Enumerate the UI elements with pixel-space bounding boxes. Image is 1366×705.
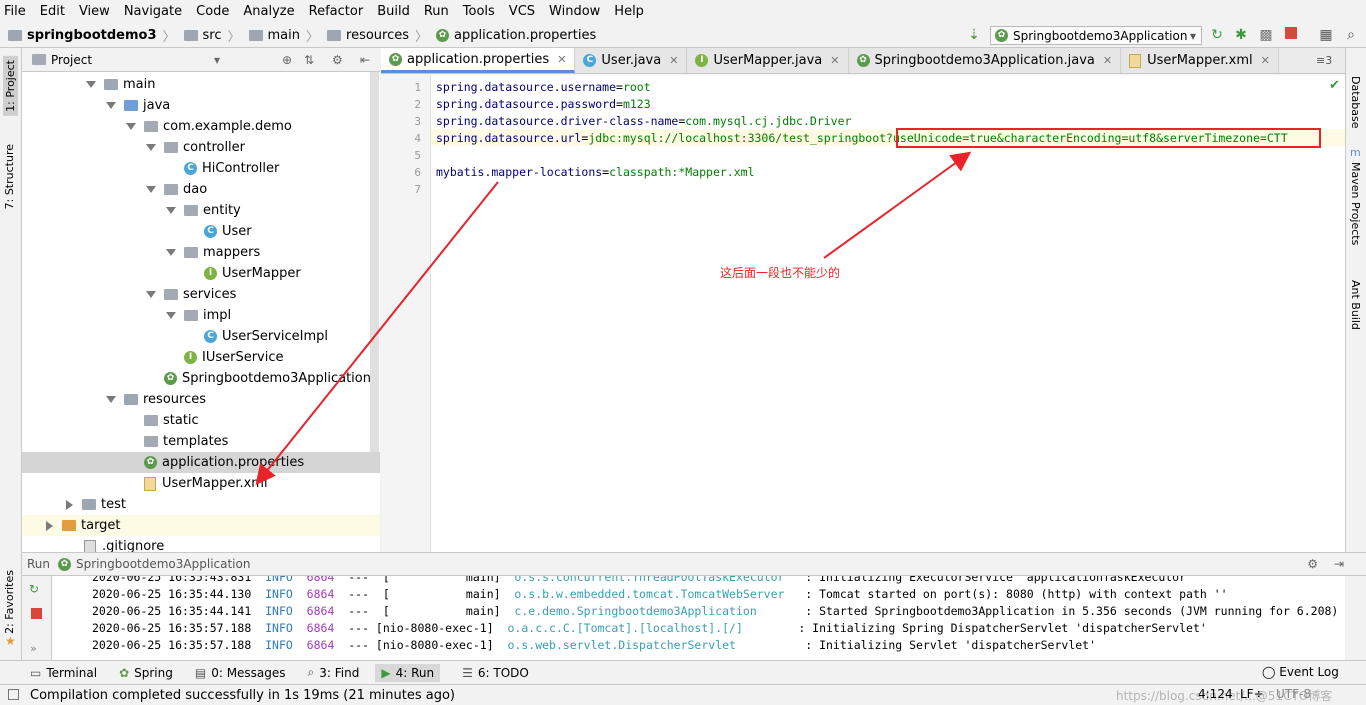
todo-icon: ☰ (462, 665, 473, 680)
status-bar: Compilation completed successfully in 1s… (0, 684, 1366, 705)
tool-tab-0-messages[interactable]: ▤ 0: Messages (195, 666, 286, 680)
event-log-button[interactable]: ◯ Event Log (1262, 665, 1339, 679)
event-log-label: Event Log (1279, 665, 1339, 679)
console-ts: 2020-06-25 16:35:43.831 (92, 576, 252, 584)
console-thread: --- [nio-8080-exec-1] (348, 621, 494, 635)
console-lvl: INFO (265, 576, 293, 584)
tool-tab-label: Spring (134, 665, 173, 680)
console-ts: 2020-06-25 16:35:57.188 (92, 621, 252, 635)
console-ts: 2020-06-25 16:35:44.130 (92, 587, 252, 601)
console-msg: : Started Springbootdemo3Application in … (805, 604, 1339, 618)
bottom-tool-bar: ▭ Terminal ✿ Spring ▤ 0: Messages ⌕ 3: Find ▶ 4: … (0, 660, 1366, 684)
spring-icon: ✿ (58, 557, 72, 571)
balloon-icon: ◯ (1262, 665, 1280, 679)
console-line: 2020-06-25 16:35:57.188 INFO 6864 --- [n… (92, 621, 1207, 638)
more-icon[interactable]: » (30, 642, 37, 655)
console-output[interactable]: 2020-06-25 16:35:43.831 INFO 6864 --- [ … (52, 576, 1345, 660)
console-ts: 2020-06-25 16:35:57.188 (92, 638, 252, 652)
tool-tab-4-run[interactable]: ▶ 4: Run (375, 663, 441, 682)
console-lvl: INFO (265, 638, 293, 652)
spring-icon: ✿ (119, 665, 130, 680)
run-panel-label: Run (27, 557, 51, 571)
console-cls: c.e.demo.Springbootdemo3Application (514, 604, 792, 618)
console-cls: o.s.b.w.embedded.tomcat.TomcatWebServer (514, 587, 792, 601)
hide-panel-icon[interactable]: ⇥ (1334, 557, 1344, 571)
messages-icon: ▤ (194, 665, 207, 680)
tool-tab-label: Terminal (46, 665, 98, 680)
console-ts: 2020-06-25 16:35:44.141 (92, 604, 252, 618)
console-pid: 6864 (306, 621, 335, 635)
console-thread: --- [ main] (348, 604, 501, 618)
console-thread: --- [ main] (348, 587, 501, 601)
tool-tab-spring[interactable]: ✿ Spring (119, 666, 173, 680)
console-line: 2020-06-25 16:35:57.188 INFO 6864 --- [n… (92, 638, 1096, 655)
console-pid: 6864 (306, 638, 335, 652)
file-encoding[interactable]: UTF-8 (1276, 687, 1311, 701)
cursor-position[interactable]: 4:124 (1198, 687, 1233, 701)
console-line: 2020-06-25 16:35:43.831 INFO 6864 --- [ … (92, 576, 1193, 587)
console-msg: : Initializing Spring DispatcherServlet … (798, 621, 1207, 635)
arrow-to-xml (255, 181, 499, 486)
find-icon: ⌕ (307, 665, 315, 679)
tool-tab-3-find[interactable]: ⌕ 3: Find (308, 665, 360, 680)
console-pid: 6864 (306, 587, 335, 601)
stop-icon[interactable] (31, 608, 42, 619)
console-pid: 6864 (306, 604, 335, 618)
tool-tab-terminal[interactable]: ▭ Terminal (30, 666, 97, 680)
console-msg: : Tomcat started on port(s): 8080 (http)… (805, 587, 1228, 601)
run-panel-header: Run ✿ Springbootdemo3Application ⚙ ⇥ (22, 552, 1366, 576)
console-lvl: INFO (265, 587, 293, 601)
run-toolbar: ↻ » (22, 576, 52, 660)
console-thread: --- [ main] (348, 576, 501, 584)
console-cls: o.s.s.concurrent.ThreadPoolTaskExecutor (514, 576, 792, 584)
arrow-to-box (823, 151, 972, 259)
run-panel-config[interactable]: Springbootdemo3Application (76, 557, 250, 571)
rerun-icon[interactable]: ↻ (29, 582, 39, 596)
console-lvl: INFO (265, 621, 293, 635)
tool-tab-6-todo[interactable]: ☰ 6: TODO (462, 666, 529, 680)
line-separator[interactable]: LF÷ (1240, 687, 1264, 701)
console-msg: : Initializing Servlet 'dispatcherServle… (805, 638, 1097, 652)
tool-tab-label: 4: Run (395, 665, 435, 680)
status-message: Compilation completed successfully in 1s… (30, 687, 456, 703)
console-line: 2020-06-25 16:35:44.141 INFO 6864 --- [ … (92, 604, 1338, 621)
console-msg: : Initializing ExecutorService 'applicat… (805, 576, 1193, 584)
console-lvl: INFO (265, 604, 293, 618)
gear-icon[interactable]: ⚙ (1307, 557, 1318, 571)
console-line: 2020-06-25 16:35:44.130 INFO 6864 --- [ … (92, 587, 1228, 604)
tool-tab-label: 3: Find (319, 665, 360, 680)
tool-tab-label: 0: Messages (211, 665, 286, 680)
console-cls: o.a.c.c.C.[Tomcat].[localhost].[/] (507, 621, 785, 635)
terminal-icon: ▭ (30, 665, 42, 680)
toggle-tool-windows-icon[interactable] (8, 689, 19, 700)
console-thread: --- [nio-8080-exec-1] (348, 638, 494, 652)
tool-tab-label: 6: TODO (477, 665, 529, 680)
console-pid: 6864 (306, 576, 335, 584)
console-cls: o.s.web.servlet.DispatcherServlet (507, 638, 792, 652)
run-icon: ▶ (381, 665, 391, 680)
